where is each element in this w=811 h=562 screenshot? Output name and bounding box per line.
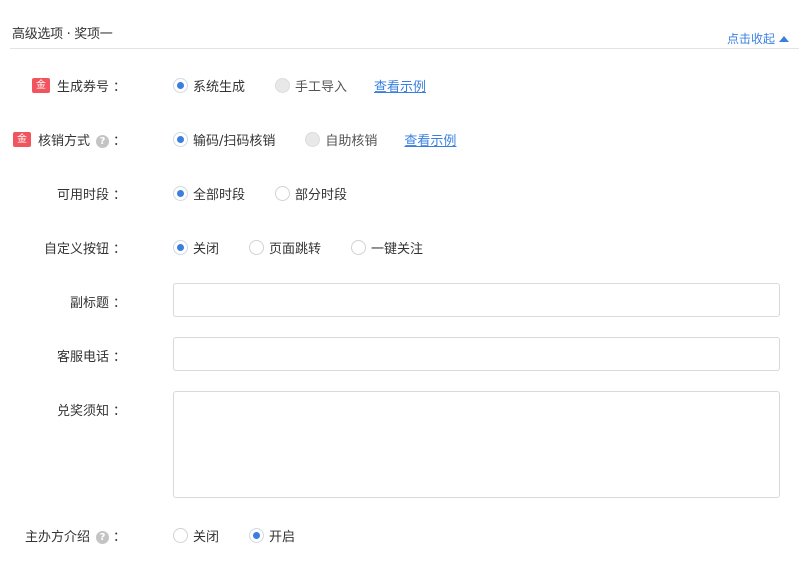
- radio-label: 自助核销: [325, 134, 378, 149]
- row-redeem-notes: 兑奖须知 ：: [0, 391, 811, 499]
- caret-up-icon: [779, 35, 789, 42]
- radio-label: 一键关注: [371, 242, 424, 257]
- label-colon: ：: [112, 296, 126, 311]
- help-icon[interactable]: ?: [95, 135, 109, 148]
- row-redeem-method: 金 核销方式 ? ： 输码/扫码核销 自助核销 查看示例: [0, 128, 811, 150]
- radio-label: 全部时段: [193, 188, 246, 203]
- radio-unchecked-icon: [173, 528, 188, 543]
- custom-button-options: 关闭 页面跳转 一键关注: [173, 238, 453, 257]
- label-colon: ：: [112, 404, 126, 419]
- radio-checked-icon: [249, 528, 265, 543]
- label-colon: ：: [112, 188, 126, 203]
- gold-badge-icon: 金: [31, 78, 50, 93]
- redeem-method-label: 金 核销方式 ? ：: [12, 130, 126, 149]
- radio-all-periods[interactable]: 全部时段: [173, 184, 245, 203]
- radio-checked-icon: [173, 186, 188, 201]
- radio-label: 关闭: [193, 242, 220, 257]
- collapse-link[interactable]: 点击收起: [727, 30, 789, 47]
- redeem-notes-textarea[interactable]: [173, 391, 780, 498]
- service-phone-label: 客服电话 ：: [57, 346, 126, 365]
- radio-checked-icon: [173, 240, 188, 255]
- custom-button-label-text: 自定义按钮: [43, 242, 109, 257]
- view-example-link[interactable]: 查看示例: [374, 76, 426, 95]
- radio-label: 系统生成: [193, 80, 246, 95]
- custom-button-label: 自定义按钮 ：: [44, 238, 126, 257]
- radio-manual-import[interactable]: 手工导入: [275, 76, 347, 95]
- row-available-period: 可用时段 ： 全部时段 部分时段: [0, 182, 811, 204]
- row-custom-button: 自定义按钮 ： 关闭 页面跳转 一键关注: [0, 236, 811, 258]
- label-colon: ：: [112, 530, 126, 545]
- gold-badge-icon: 金: [12, 132, 31, 147]
- service-phone-label-text: 客服电话: [56, 350, 109, 365]
- redeem-method-options: 输码/扫码核销 自助核销 查看示例: [173, 130, 456, 149]
- service-phone-input[interactable]: [173, 337, 780, 371]
- redeem-notes-label: 兑奖须知 ：: [57, 400, 126, 419]
- label-colon: ：: [112, 134, 126, 149]
- radio-label: 部分时段: [295, 188, 348, 203]
- view-example-link[interactable]: 查看示例: [404, 130, 456, 149]
- radio-label: 页面跳转: [269, 242, 322, 257]
- section-header: 高级选项 · 奖项一 点击收起: [10, 0, 799, 49]
- label-colon: ：: [112, 350, 126, 365]
- redeem-notes-label-text: 兑奖须知: [56, 404, 109, 419]
- redeem-method-label-text: 核销方式: [37, 134, 90, 149]
- available-period-options: 全部时段 部分时段: [173, 184, 377, 203]
- row-generate-code: 金 生成券号 ： 系统生成 手工导入 查看示例: [0, 74, 811, 96]
- generate-code-label-text: 生成券号: [56, 80, 109, 95]
- radio-checked-icon: [173, 132, 188, 147]
- label-colon: ：: [112, 80, 126, 95]
- organizer-intro-label-text: 主办方介绍: [24, 530, 90, 545]
- radio-custom-button-off[interactable]: 关闭: [173, 238, 219, 257]
- radio-unchecked-icon: [351, 240, 367, 255]
- help-icon[interactable]: ?: [95, 531, 109, 544]
- organizer-intro-options: 关闭 开启: [173, 526, 325, 545]
- subtitle-input[interactable]: [173, 283, 780, 317]
- row-organizer-intro: 主办方介绍 ? ： 关闭 开启: [0, 524, 811, 546]
- radio-label: 手工导入: [295, 80, 348, 95]
- subtitle-label: 副标题 ：: [70, 292, 126, 311]
- available-period-label-text: 可用时段: [56, 188, 109, 203]
- radio-disabled-icon: [275, 78, 291, 93]
- organizer-intro-label: 主办方介绍 ? ：: [25, 526, 126, 545]
- radio-label: 开启: [269, 530, 296, 545]
- radio-organizer-on[interactable]: 开启: [249, 526, 295, 545]
- radio-code-scan-redeem[interactable]: 输码/扫码核销: [173, 130, 275, 149]
- radio-checked-icon: [173, 78, 188, 93]
- subtitle-label-text: 副标题: [69, 296, 109, 311]
- collapse-label: 点击收起: [726, 32, 775, 46]
- row-service-phone: 客服电话 ：: [0, 337, 811, 373]
- generate-code-options: 系统生成 手工导入 查看示例: [173, 76, 426, 95]
- radio-unchecked-icon: [249, 240, 265, 255]
- available-period-label: 可用时段 ：: [57, 184, 126, 203]
- radio-organizer-off[interactable]: 关闭: [173, 526, 219, 545]
- advanced-options-panel: 高级选项 · 奖项一 点击收起 金 生成券号 ： 系统生成 手工导入 查看示例: [0, 0, 811, 562]
- radio-disabled-icon: [305, 132, 321, 147]
- radio-unchecked-icon: [275, 186, 291, 201]
- radio-system-generate[interactable]: 系统生成: [173, 76, 245, 95]
- section-title: 高级选项 · 奖项一: [12, 27, 113, 42]
- radio-label: 输码/扫码核销: [193, 134, 276, 149]
- generate-code-label: 金 生成券号 ：: [31, 76, 126, 95]
- radio-label: 关闭: [193, 530, 220, 545]
- row-subtitle: 副标题 ：: [0, 283, 811, 319]
- radio-one-click-follow[interactable]: 一键关注: [351, 238, 423, 257]
- label-colon: ：: [112, 242, 126, 257]
- radio-page-jump[interactable]: 页面跳转: [249, 238, 321, 257]
- radio-self-redeem[interactable]: 自助核销: [305, 130, 377, 149]
- radio-partial-periods[interactable]: 部分时段: [275, 184, 347, 203]
